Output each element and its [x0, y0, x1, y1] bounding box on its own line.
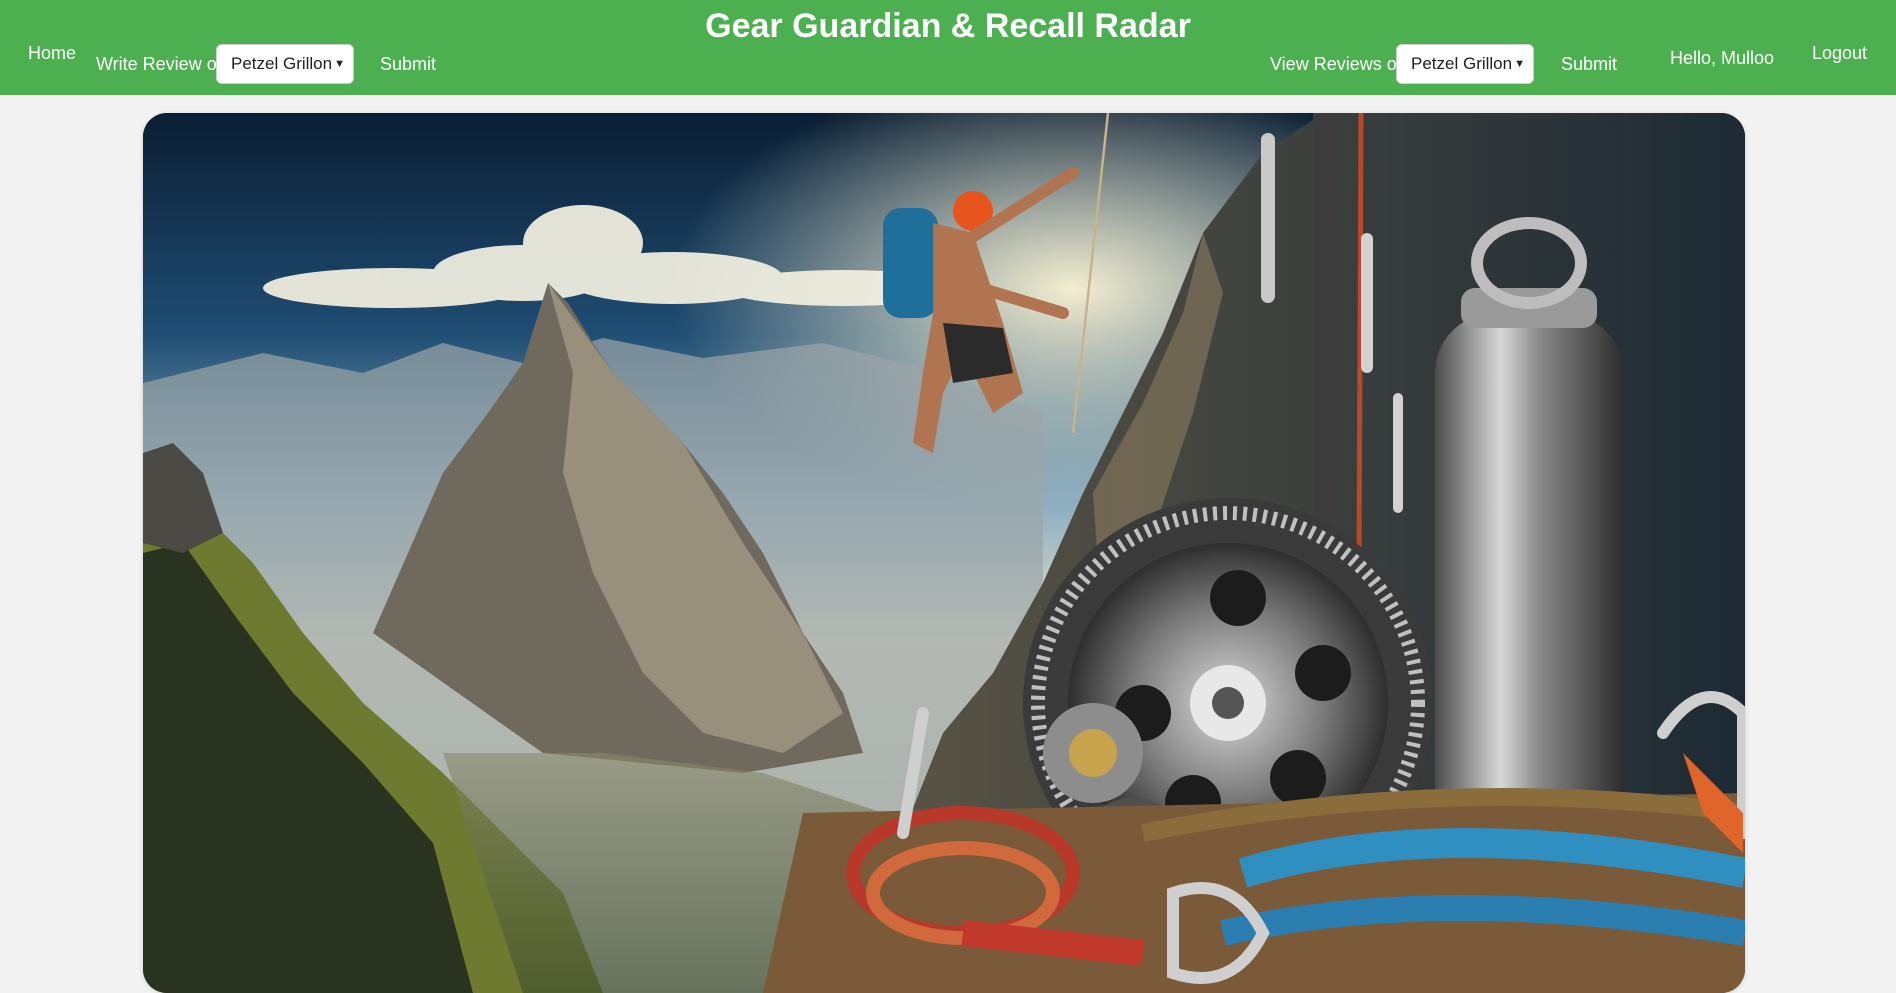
view-reviews-submit-button[interactable]: Submit	[1561, 53, 1617, 75]
write-review-selected-value: Petzel Grillon	[231, 54, 333, 73]
user-greeting: Hello, Mulloo	[1670, 48, 1775, 68]
home-link[interactable]: Home	[28, 42, 76, 64]
write-review-label: Write Review of:	[96, 54, 227, 74]
site-title: Gear Guardian & Recall Radar	[705, 7, 1191, 45]
steel-bottle	[1435, 217, 1623, 873]
hero-image-card	[143, 113, 1745, 993]
logout-link[interactable]: Logout	[1812, 42, 1867, 64]
climber-mountain-gear-hero-image	[143, 113, 1745, 993]
write-review-select[interactable]: Petzel Grillon ▼	[216, 44, 354, 84]
write-review-submit-button[interactable]: Submit	[380, 53, 436, 75]
view-reviews-label: View Reviews of:	[1270, 54, 1407, 74]
top-navigation-bar: Gear Guardian & Recall Radar Home Write …	[0, 0, 1896, 95]
view-reviews-select[interactable]: Petzel Grillon ▼	[1396, 44, 1534, 84]
chevron-down-icon: ▼	[334, 58, 345, 70]
view-reviews-selected-value: Petzel Grillon	[1411, 54, 1513, 73]
chevron-down-icon: ▼	[1514, 58, 1525, 70]
